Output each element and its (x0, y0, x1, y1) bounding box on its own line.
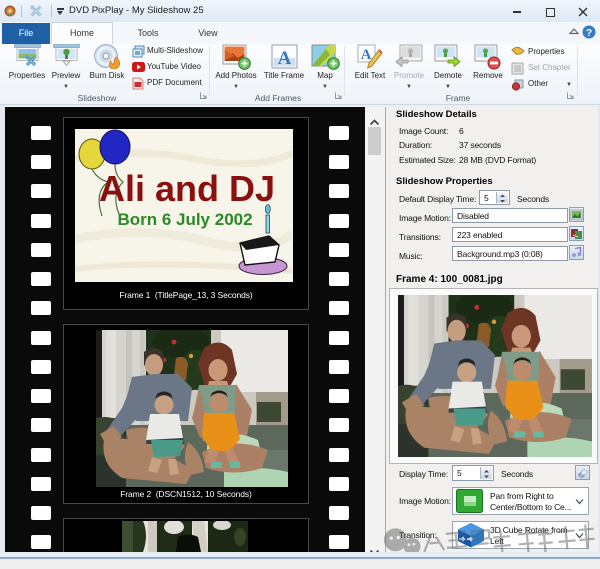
svg-text:A: A (360, 47, 371, 63)
svg-text:Born 6 July 2002: Born 6 July 2002 (117, 210, 252, 229)
svg-text:Ali and DJ: Ali and DJ (99, 168, 275, 209)
svg-text:?: ? (586, 28, 592, 39)
